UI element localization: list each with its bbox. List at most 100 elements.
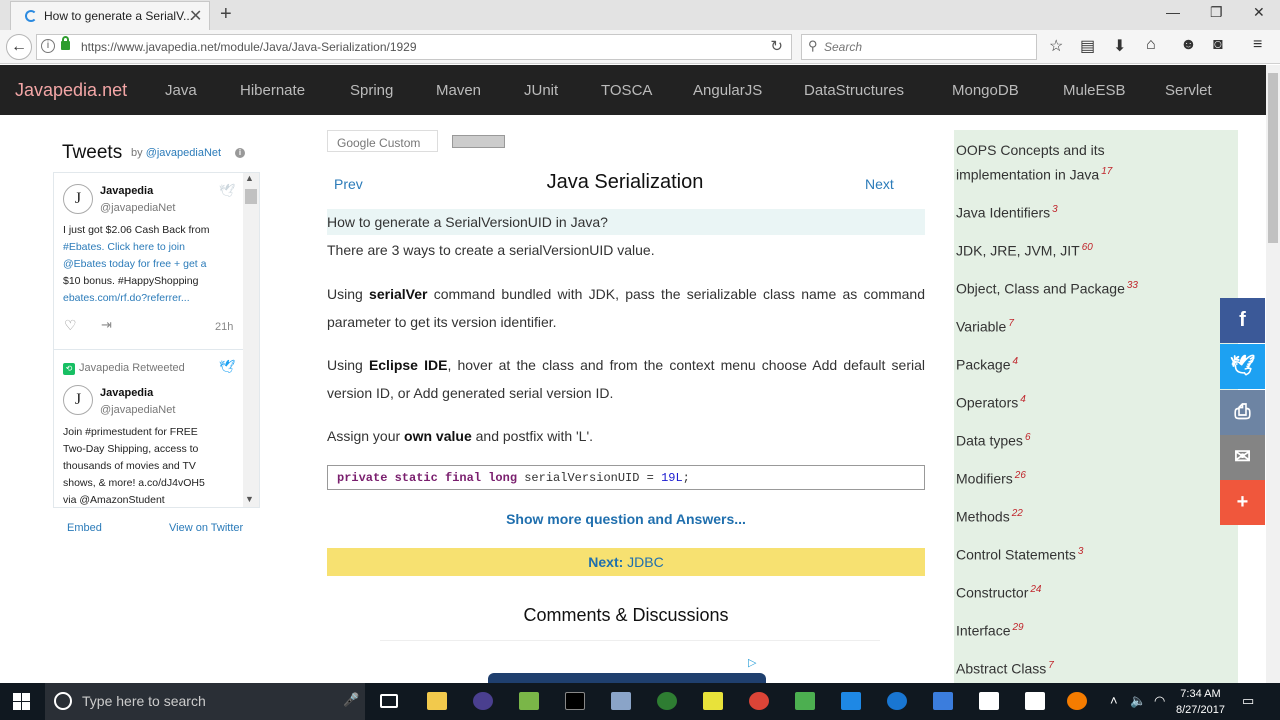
next-topic-bar[interactable]: Next: JDBC	[327, 548, 925, 576]
nav-datastructures[interactable]: DataStructures	[804, 82, 904, 99]
more-share-button[interactable]: +	[1220, 480, 1265, 525]
scroll-up-icon[interactable]: ▲	[245, 173, 254, 183]
sidebar-item-oops[interactable]: OOPS Concepts and its implementation in …	[956, 140, 1141, 186]
tweets-timeline[interactable]: J Javapedia @javapediaNet 🕊 I just got $…	[53, 172, 260, 508]
sidebar-item-identifiers[interactable]: Java Identifiers 3	[956, 199, 1146, 224]
site-logo[interactable]: Javapedia.net	[15, 80, 127, 101]
back-button[interactable]: ←	[6, 34, 32, 60]
nav-spring[interactable]: Spring	[350, 82, 393, 99]
volume-icon[interactable]: 🔈	[1130, 693, 1146, 709]
nav-muleesb[interactable]: MuleESB	[1063, 82, 1126, 99]
app-icon[interactable]	[657, 692, 677, 710]
show-more-link[interactable]: Show more question and Answers...	[327, 511, 925, 527]
sidebar-item-methods[interactable]: Methods 22	[956, 503, 1146, 528]
sidebar-item-data-types[interactable]: Data types 6	[956, 427, 1146, 452]
new-tab-button[interactable]: +	[220, 3, 232, 26]
edge-icon[interactable]	[887, 692, 907, 710]
sidebar-item-abstract-class[interactable]: Abstract Class 7	[956, 655, 1146, 680]
tweet-author-handle[interactable]: @javapediaNet	[100, 202, 175, 214]
terminal-icon[interactable]	[565, 692, 585, 710]
email-share-button[interactable]: ✉	[1220, 435, 1265, 480]
url-bar[interactable]: i https://www.javapedia.net/module/Java/…	[36, 34, 792, 60]
reading-list-icon[interactable]: ▤	[1080, 36, 1095, 56]
nav-angularjs[interactable]: AngularJS	[693, 82, 762, 99]
search-button[interactable]	[452, 135, 505, 148]
nav-servlet[interactable]: Servlet	[1165, 82, 1212, 99]
sidebar-item-modifiers[interactable]: Modifiers 26	[956, 465, 1146, 490]
tweet-line[interactable]: #Ebates. Click here to join	[63, 239, 238, 256]
info-icon[interactable]: i	[235, 148, 245, 158]
nav-maven[interactable]: Maven	[436, 82, 481, 99]
nav-mongodb[interactable]: MongoDB	[952, 82, 1019, 99]
microphone-icon[interactable]: 🎤	[343, 692, 359, 708]
tweet-author-name[interactable]: Javapedia	[100, 185, 153, 197]
minimize-button[interactable]: —	[1166, 4, 1180, 20]
app-icon[interactable]	[795, 692, 815, 710]
next-link[interactable]: Next	[865, 176, 894, 192]
clock[interactable]: 7:34 AM 8/27/2017	[1176, 686, 1225, 718]
task-view-icon[interactable]	[380, 694, 398, 708]
tweet-author-name[interactable]: Javapedia	[100, 387, 153, 399]
wifi-icon[interactable]: ◠	[1154, 693, 1165, 709]
browser-search-box[interactable]: ⚲	[801, 34, 1037, 60]
sidebar-item-jdk[interactable]: JDK, JRE, JVM, JIT 60	[956, 237, 1196, 262]
nav-java[interactable]: Java	[165, 82, 197, 99]
sidebar-item-object[interactable]: Object, Class and Package 33	[956, 275, 1196, 300]
sidebar-item-variable[interactable]: Variable 7	[956, 313, 1146, 338]
ad-choices-icon[interactable]: ▷	[748, 656, 756, 669]
twitter-share-button[interactable]: 🕊	[1220, 344, 1265, 389]
nav-hibernate[interactable]: Hibernate	[240, 82, 305, 99]
chevron-up-icon[interactable]: ˄	[1110, 693, 1118, 708]
view-on-twitter-link[interactable]: View on Twitter	[169, 522, 243, 534]
info-icon[interactable]: i	[41, 39, 55, 53]
sidebar-item-control-statements[interactable]: Control Statements 3	[956, 541, 1196, 566]
ad-banner[interactable]	[488, 673, 766, 683]
facebook-share-button[interactable]: f	[1220, 298, 1265, 343]
prev-link[interactable]: Prev	[334, 176, 363, 192]
page-scrollbar[interactable]	[1266, 65, 1280, 683]
google-custom-search-input[interactable]: Google Custom	[327, 130, 438, 152]
sidebar-item-constructor[interactable]: Constructor 24	[956, 579, 1146, 604]
tweet-line[interactable]: @Ebates today for free + get a	[63, 256, 238, 273]
next-topic-link[interactable]: JDBC	[627, 554, 664, 570]
scrollbar-thumb[interactable]	[245, 189, 257, 204]
download-icon[interactable]: ⬇	[1113, 36, 1126, 56]
eclipse-icon[interactable]	[473, 692, 493, 710]
like-icon[interactable]: ♡	[64, 317, 77, 334]
tweet-line[interactable]: ebates.com/rf.do?referrer...	[63, 290, 238, 307]
sidebar-item-package[interactable]: Package 4	[956, 351, 1146, 376]
tweet-line[interactable]: shows, & more! a.co/dJ4vOH5	[63, 475, 238, 492]
nav-tosca[interactable]: TOSCA	[601, 82, 652, 99]
tweet-line[interactable]: via @AmazonStudent	[63, 492, 238, 507]
close-window-button[interactable]: ✕	[1253, 4, 1265, 21]
chat-icon[interactable]: ☻	[1180, 36, 1197, 54]
sidebar-item-interface[interactable]: Interface 29	[956, 617, 1146, 642]
reload-icon[interactable]: ↻	[770, 37, 783, 55]
avatar[interactable]: J	[63, 385, 93, 415]
menu-icon[interactable]: ≡	[1253, 36, 1262, 54]
app-icon[interactable]	[1025, 692, 1045, 710]
bookmark-star-icon[interactable]: ☆	[1049, 36, 1063, 56]
taskbar-search[interactable]: Type here to search 🎤	[45, 683, 365, 720]
notifications-icon[interactable]: ▭	[1242, 693, 1254, 709]
app-icon[interactable]	[519, 692, 539, 710]
avatar[interactable]: J	[63, 184, 93, 214]
pocket-icon[interactable]: ◙	[1213, 36, 1223, 54]
browser-tab[interactable]: How to generate a SerialV... ✕	[10, 1, 210, 30]
app-icon[interactable]	[611, 692, 631, 710]
chrome-icon[interactable]	[749, 692, 769, 710]
browser-search-input[interactable]	[824, 39, 1024, 55]
windows-start-icon[interactable]	[13, 693, 30, 710]
scroll-down-icon[interactable]: ▼	[245, 494, 254, 504]
home-icon[interactable]: ⌂	[1146, 36, 1156, 54]
tweet-time[interactable]: 21h	[215, 321, 233, 333]
tweet-author-handle[interactable]: @javapediaNet	[100, 404, 175, 416]
file-explorer-icon[interactable]	[427, 692, 447, 710]
tweets-by-handle[interactable]: @javapediaNet	[146, 147, 221, 159]
tweet-line[interactable]: $10 bonus. #HappyShopping	[63, 273, 238, 290]
close-tab-icon[interactable]: ✕	[189, 6, 202, 26]
share-icon[interactable]: ⇥	[101, 317, 112, 333]
app-icon[interactable]	[841, 692, 861, 710]
print-share-button[interactable]: ⎙	[1220, 390, 1265, 435]
notepad-icon[interactable]	[703, 692, 723, 710]
